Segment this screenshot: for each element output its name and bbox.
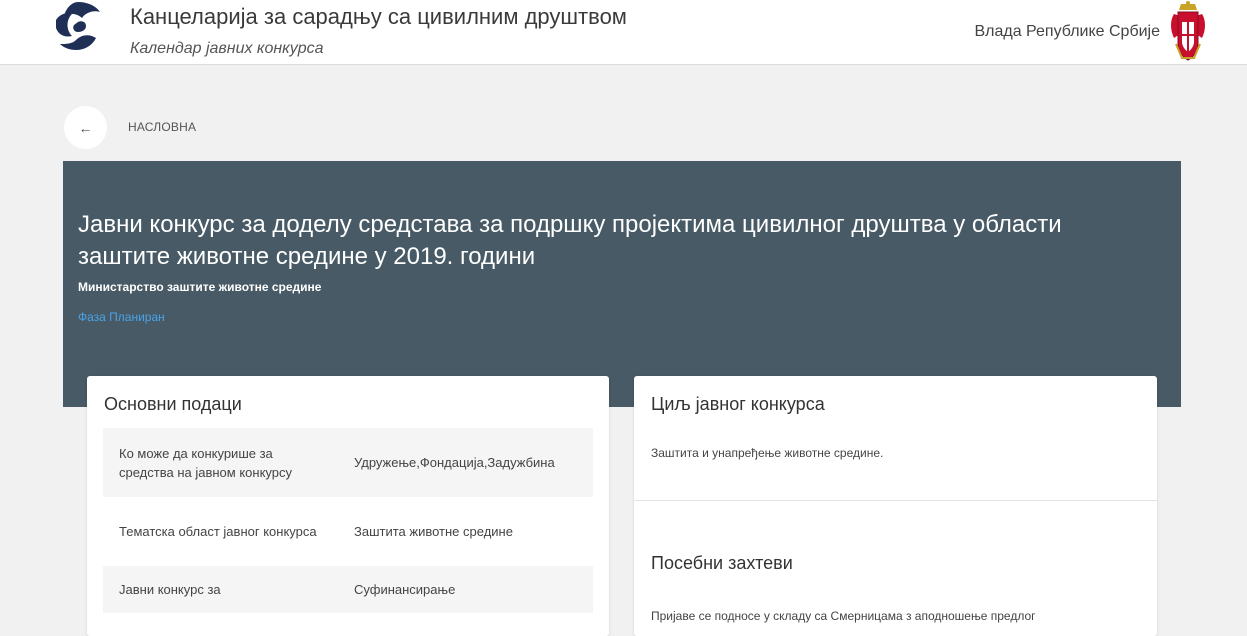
table-row: Тематска област јавног конкурса Заштита … xyxy=(103,497,593,566)
row-label: Јавни конкурс за xyxy=(119,582,221,597)
government-label[interactable]: Влада Републике Србије xyxy=(974,23,1160,41)
ministry-label: Министарство заштите животне средине xyxy=(78,280,322,294)
table-row: Јавни конкурс за Суфинансирање xyxy=(103,566,593,613)
basic-info-card: Основни подаци Ко може да конкурише за с… xyxy=(87,376,609,636)
coat-of-arms-icon[interactable] xyxy=(1168,0,1208,64)
basic-info-table: Ко може да конкурише за средства на јавн… xyxy=(103,428,593,613)
breadcrumb-home[interactable]: НАСЛОВНА xyxy=(128,120,196,134)
row-label: Ко може да конкурише за средства на јавн… xyxy=(119,445,292,480)
row-label: Тематска област јавног конкурса xyxy=(119,524,317,539)
row-value: Суфинансирање xyxy=(354,582,456,597)
goal-card: Циљ јавног конкурса Заштита и унапређење… xyxy=(634,376,1157,636)
phase-link[interactable]: Фаза Планиран xyxy=(78,310,165,324)
requirements-heading: Посебни захтеви xyxy=(651,553,793,573)
divider xyxy=(634,500,1157,501)
org-subtitle: Календар јавних конкурса xyxy=(130,40,324,57)
goal-text: Заштита и унапређење животне средине. xyxy=(651,446,884,460)
goal-heading: Циљ јавног конкурса xyxy=(651,394,825,414)
logo-icon[interactable] xyxy=(52,0,104,52)
requirements-text: Пријаве се подносе у складу са Смерницам… xyxy=(651,609,1036,623)
back-arrow-icon: ← xyxy=(78,119,93,136)
row-value: Удружење,Фондација,Задужбина xyxy=(354,455,555,470)
org-title: Канцеларија за сарадњу са цивилним друшт… xyxy=(130,4,627,29)
page-title: Јавни конкурс за доделу средстава за под… xyxy=(78,211,1062,270)
basic-info-heading: Основни подаци xyxy=(104,394,242,414)
top-bar: Канцеларија за сарадњу са цивилним друшт… xyxy=(0,0,1247,65)
table-row: Ко може да конкурише за средства на јавн… xyxy=(103,428,593,497)
row-value: Заштита животне средине xyxy=(354,524,513,539)
back-button[interactable]: ← xyxy=(64,106,107,149)
